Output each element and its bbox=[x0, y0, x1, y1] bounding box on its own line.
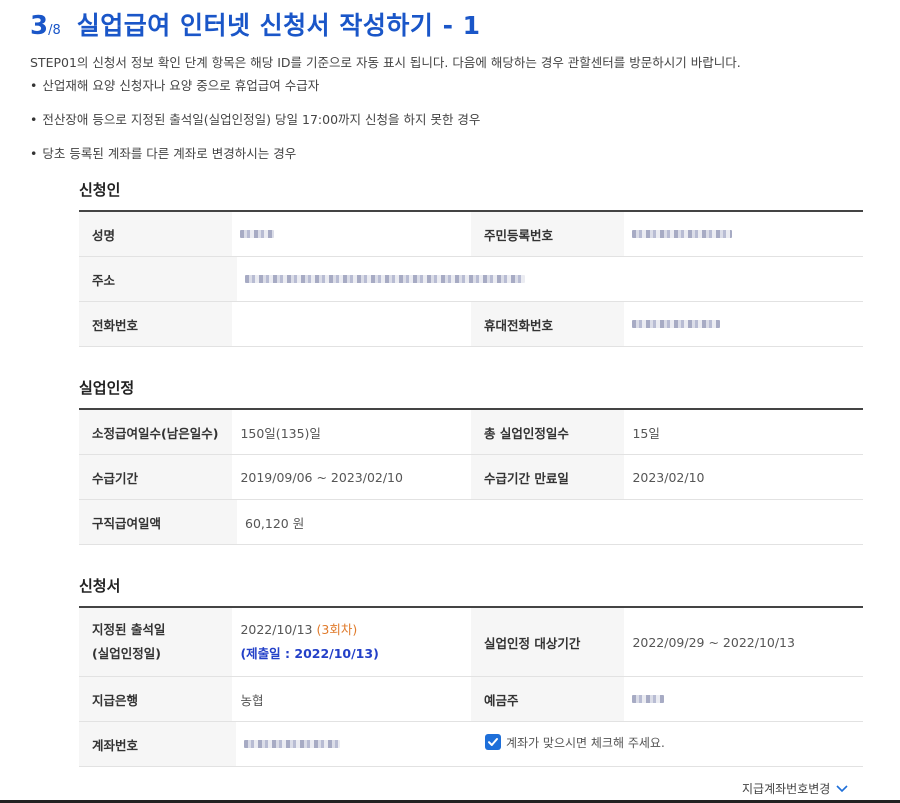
redacted-value bbox=[245, 275, 525, 283]
mobile-value bbox=[624, 302, 863, 346]
table-row: 구직급여일액 60,120 원 bbox=[79, 500, 863, 545]
round-badge: (3회차) bbox=[316, 622, 358, 637]
table-row: 소정급여일수(남은일수) 150일(135)일 총 실업인정일수 15일 bbox=[79, 410, 863, 455]
name-value bbox=[232, 212, 471, 256]
target-period-label: 실업인정 대상기간 bbox=[471, 608, 625, 676]
attendance-date-line: 2022/10/13 (3회차) bbox=[240, 618, 378, 642]
section-title-application: 신청서 bbox=[79, 577, 121, 595]
target-period-value: 2022/09/29 ~ 2022/10/13 bbox=[632, 634, 795, 650]
check-icon bbox=[487, 738, 498, 746]
notice-bullet: 전산장애 등으로 지정된 출석일(실업인정일) 당일 17:00까지 신청을 하… bbox=[30, 109, 480, 128]
redacted-value bbox=[632, 695, 665, 703]
benefit-days-label: 소정급여일수(남은일수) bbox=[79, 410, 233, 454]
account-confirm-checkbox[interactable] bbox=[484, 734, 501, 750]
redacted-value bbox=[632, 230, 733, 238]
table-row: 계좌번호 계좌가 맞으시면 체크해 주세요. bbox=[79, 722, 863, 767]
account-confirm-label: 계좌가 맞으시면 체크해 주세요. bbox=[505, 736, 665, 750]
expiry-label: 수급기간 만료일 bbox=[471, 455, 625, 499]
submit-date: (제출일 : 2022/10/13) bbox=[240, 646, 379, 661]
mobile-label: 휴대전화번호 bbox=[471, 302, 625, 346]
applicant-table: 성명 주민등록번호 주소 전화번호 휴대전화번호 bbox=[79, 210, 863, 347]
page-heading: 실업급여 인터넷 신청서 작성하기 - 1 bbox=[76, 11, 481, 40]
intro-text: STEP01의 신청서 정보 확인 단계 항목은 해당 ID를 기준으로 자동 … bbox=[30, 55, 741, 70]
attendance-date-label-line1: 지정된 출석일 bbox=[92, 622, 166, 637]
address-label: 주소 bbox=[79, 257, 237, 301]
page-title: 3 /8 실업급여 인터넷 신청서 작성하기 - 1 bbox=[30, 6, 481, 46]
table-row: 성명 주민등록번호 bbox=[79, 212, 863, 257]
table-row: 지정된 출석일 (실업인정일) 2022/10/13 (3회차) (제출일 : … bbox=[79, 608, 863, 677]
application-table: 지정된 출석일 (실업인정일) 2022/10/13 (3회차) (제출일 : … bbox=[79, 606, 863, 767]
benefit-period-value: 2019/09/06 ~ 2023/02/10 bbox=[240, 469, 403, 485]
table-row: 전화번호 휴대전화번호 bbox=[79, 302, 863, 347]
redacted-value bbox=[240, 230, 275, 238]
total-days-label: 총 실업인정일수 bbox=[471, 410, 625, 454]
section-title-applicant: 신청인 bbox=[79, 181, 121, 199]
account-label: 계좌번호 bbox=[79, 722, 237, 766]
bank-value: 농협 bbox=[240, 692, 264, 708]
holder-value bbox=[624, 677, 863, 721]
name-label: 성명 bbox=[79, 212, 233, 256]
daily-amount-label: 구직급여일액 bbox=[79, 500, 237, 544]
expiry-value: 2023/02/10 bbox=[632, 469, 705, 485]
attendance-date-value: 2022/10/13 (3회차) (제출일 : 2022/10/13) bbox=[232, 608, 471, 676]
total-days-value: 15일 bbox=[632, 425, 660, 441]
account-value bbox=[236, 722, 481, 766]
attendance-date-label-line2: (실업인정일) bbox=[92, 646, 161, 661]
redacted-value bbox=[244, 740, 341, 748]
address-value bbox=[237, 257, 858, 301]
benefit-days-value: 150일(135)일 bbox=[240, 425, 321, 441]
table-row: 수급기간 2019/09/06 ~ 2023/02/10 수급기간 만료일 20… bbox=[79, 455, 863, 500]
attendance-date-label: 지정된 출석일 (실업인정일) bbox=[79, 608, 233, 676]
rrn-label: 주민등록번호 bbox=[471, 212, 625, 256]
table-row: 주소 bbox=[79, 257, 863, 302]
notice-bullet: 당초 등록된 계좌를 다른 계좌로 변경하시는 경우 bbox=[30, 143, 296, 162]
table-row: 지급은행 농협 예금주 bbox=[79, 677, 863, 722]
holder-label: 예금주 bbox=[471, 677, 625, 721]
attendance-date: 2022/10/13 bbox=[240, 622, 313, 637]
rrn-value bbox=[624, 212, 863, 256]
step-number: 3 bbox=[30, 11, 49, 41]
step-total: /8 bbox=[48, 23, 61, 38]
benefit-period-label: 수급기간 bbox=[79, 455, 233, 499]
account-confirm[interactable]: 계좌가 맞으시면 체크해 주세요. bbox=[481, 722, 863, 766]
change-account-link-text: 지급계좌번호변경 bbox=[742, 782, 831, 796]
phone-value bbox=[232, 302, 471, 346]
bank-label: 지급은행 bbox=[79, 677, 233, 721]
section-title-unemployment: 실업인정 bbox=[79, 379, 135, 397]
phone-label: 전화번호 bbox=[79, 302, 233, 346]
chevron-down-icon bbox=[836, 784, 848, 792]
unemployment-table: 소정급여일수(남은일수) 150일(135)일 총 실업인정일수 15일 수급기… bbox=[79, 408, 863, 545]
daily-amount-value: 60,120 원 bbox=[245, 515, 305, 531]
change-account-link[interactable]: 지급계좌번호변경 bbox=[742, 780, 848, 797]
redacted-value bbox=[632, 320, 721, 328]
notice-bullet: 산업재해 요양 신청자나 요양 중으로 휴업급여 수급자 bbox=[30, 75, 319, 94]
